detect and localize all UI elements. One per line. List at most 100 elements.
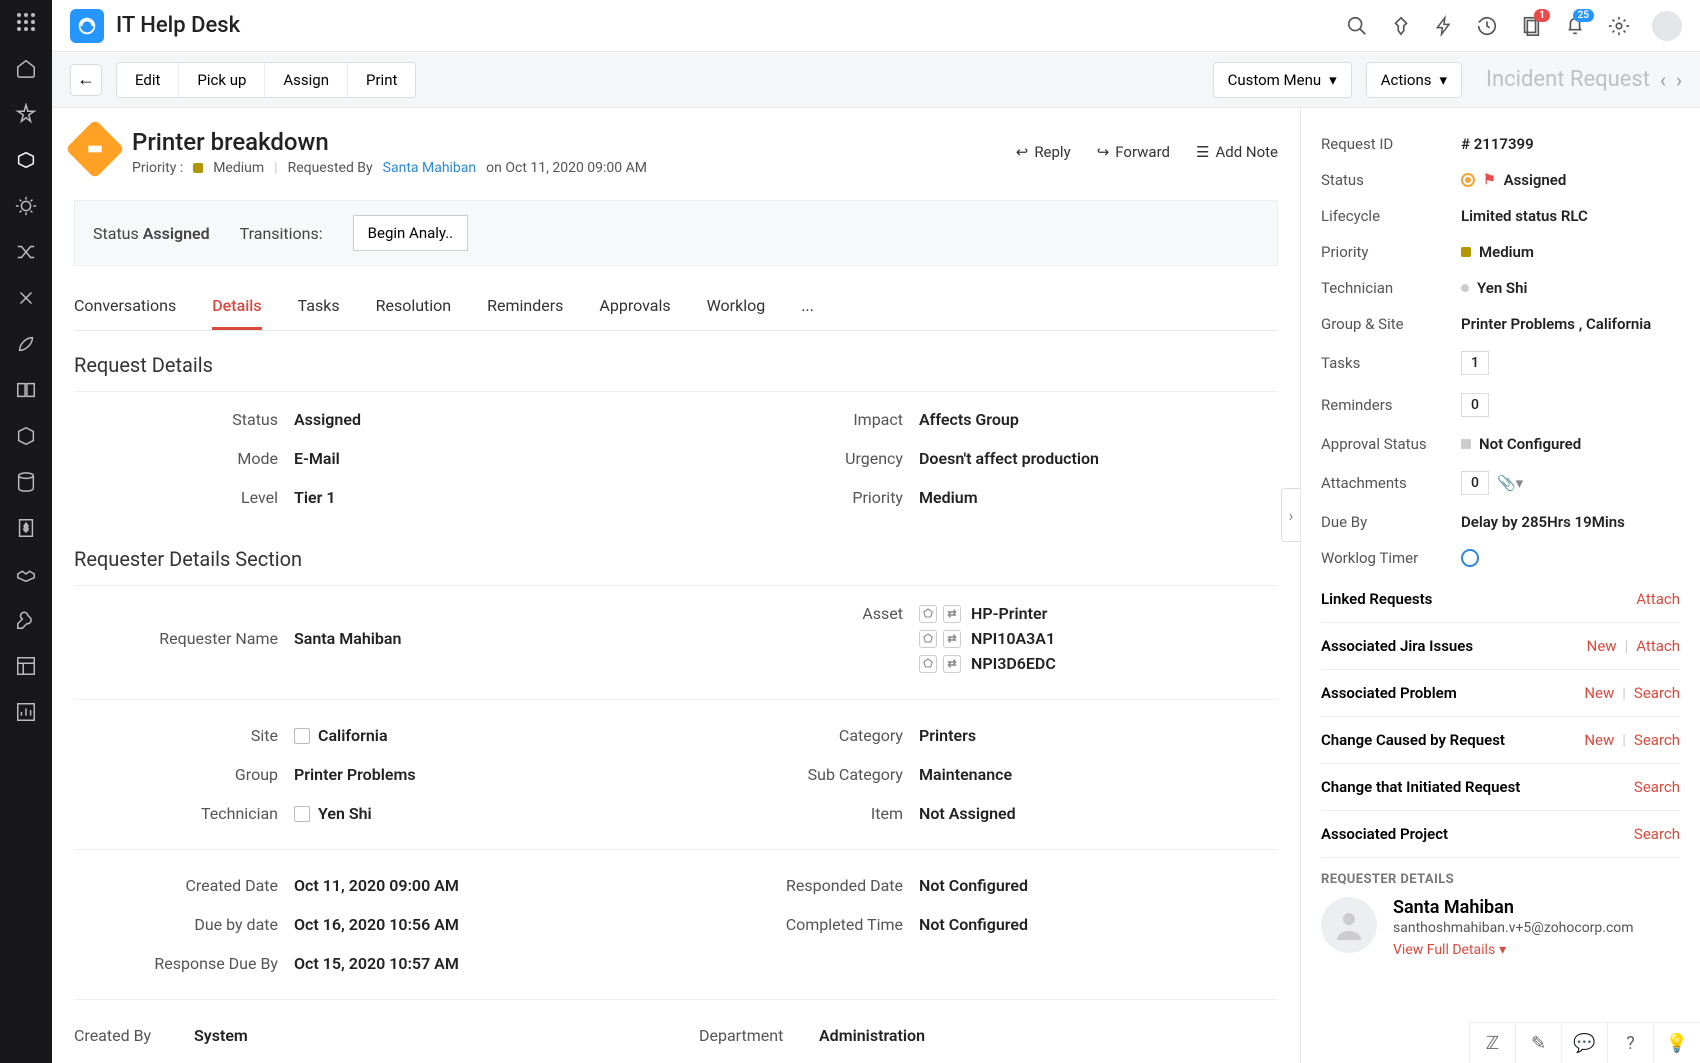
forward-button[interactable]: ↪Forward — [1097, 143, 1170, 161]
prev-record-button[interactable]: ‹ — [1660, 68, 1666, 92]
field-value: Yen Shi — [294, 804, 372, 823]
star-icon[interactable] — [14, 102, 38, 126]
asset-item[interactable]: ⬠⇄NPI3D6EDC — [919, 654, 1056, 673]
search-link[interactable]: Search — [1634, 778, 1680, 796]
custom-menu-dropdown[interactable]: Custom Menu▾ — [1213, 62, 1352, 98]
chevron-down-icon: ▾ — [1499, 942, 1506, 958]
reply-button[interactable]: ↩Reply — [1016, 143, 1071, 161]
view-full-details-link[interactable]: View Full Details▾ — [1393, 942, 1634, 958]
reply-icon: ↩ — [1016, 143, 1029, 161]
tab-details[interactable]: Details — [212, 284, 261, 330]
history-icon[interactable] — [1476, 15, 1498, 37]
new-link[interactable]: New — [1587, 637, 1617, 655]
actions-dropdown[interactable]: Actions▾ — [1366, 62, 1462, 98]
tasks-count[interactable]: 1 — [1461, 351, 1489, 375]
search-link[interactable]: Search — [1634, 731, 1680, 749]
field-label: Tasks — [1321, 354, 1451, 372]
wrench-icon[interactable] — [14, 608, 38, 632]
print-button[interactable]: Print — [348, 63, 415, 97]
search-link[interactable]: Search — [1634, 684, 1680, 702]
priority-swatch-icon — [1461, 247, 1471, 257]
field-label: Group — [74, 765, 294, 784]
search-link[interactable]: Search — [1634, 825, 1680, 843]
handshake-icon[interactable] — [14, 562, 38, 586]
tab-reminders[interactable]: Reminders — [487, 284, 563, 330]
translate-icon[interactable]: ℤ — [1470, 1023, 1516, 1063]
book-icon[interactable] — [14, 378, 38, 402]
requester-email: santhoshmahiban.v+5@zohocorp.com — [1393, 920, 1634, 936]
attachments-count[interactable]: 0 — [1461, 471, 1489, 495]
tools-icon[interactable] — [14, 286, 38, 310]
field-value: Assigned — [294, 410, 361, 429]
bolt-icon[interactable] — [1434, 15, 1454, 37]
begin-analysis-button[interactable]: Begin Analy.. — [353, 215, 468, 251]
bell-icon[interactable]: 25 — [1564, 15, 1586, 37]
requester-avatar — [1321, 897, 1377, 953]
building-icon — [294, 728, 310, 744]
requester-link[interactable]: Santa Mahiban — [383, 160, 477, 176]
next-record-button[interactable]: › — [1676, 68, 1682, 92]
field-label: Worklog Timer — [1321, 549, 1451, 567]
new-link[interactable]: New — [1584, 731, 1614, 749]
tab-worklog[interactable]: Worklog — [707, 284, 766, 330]
tab-conversations[interactable]: Conversations — [74, 284, 176, 330]
compose-icon[interactable]: ✎ — [1516, 1023, 1562, 1063]
docs-icon[interactable]: 1 — [1520, 15, 1542, 37]
tab-tasks[interactable]: Tasks — [298, 284, 340, 330]
paperclip-icon[interactable]: 📎▾ — [1497, 474, 1523, 492]
status-summary: Status Assigned — [93, 224, 210, 243]
user-avatar[interactable] — [1652, 11, 1682, 41]
asset-item[interactable]: ⬠⇄HP-Printer — [919, 604, 1056, 623]
field-value: Oct 16, 2020 10:56 AM — [294, 915, 459, 934]
expand-right-panel-button[interactable]: › — [1281, 488, 1300, 542]
edit-button[interactable]: Edit — [117, 63, 179, 97]
app-grid-icon[interactable] — [14, 10, 38, 34]
requester-name: Santa Mahiban — [1393, 897, 1634, 918]
layout-icon[interactable] — [14, 654, 38, 678]
field-value: Not Configured — [919, 876, 1028, 895]
tab-resolution[interactable]: Resolution — [376, 284, 452, 330]
chart-icon[interactable] — [14, 700, 38, 724]
tab-approvals[interactable]: Approvals — [599, 284, 670, 330]
app-title: IT Help Desk — [116, 13, 240, 38]
page-type-label: Incident Request — [1486, 67, 1650, 92]
field-label: Priority — [699, 488, 919, 507]
chevron-down-icon: ▾ — [1329, 71, 1337, 89]
invoice-icon[interactable]: $ — [14, 516, 38, 540]
home-icon[interactable] — [14, 56, 38, 80]
field-value: Affects Group — [919, 410, 1019, 429]
bug-icon[interactable] — [14, 194, 38, 218]
bulb-icon[interactable]: 💡 — [1654, 1023, 1700, 1063]
help-icon[interactable]: ? — [1608, 1023, 1654, 1063]
field-value: Medium — [1461, 243, 1680, 261]
pickup-button[interactable]: Pick up — [179, 63, 265, 97]
add-note-button[interactable]: ☰Add Note — [1196, 143, 1278, 161]
timer-icon[interactable] — [1461, 549, 1479, 567]
search-icon[interactable] — [1346, 15, 1368, 37]
database-icon[interactable] — [14, 470, 38, 494]
field-label: Department — [699, 1026, 819, 1045]
attach-link[interactable]: Attach — [1636, 637, 1680, 655]
link-icon: ⇄ — [943, 655, 961, 673]
field-value: Not Assigned — [919, 804, 1016, 823]
asset-item[interactable]: ⬠⇄NPI10A3A1 — [919, 629, 1056, 648]
shuffle-icon[interactable] — [14, 240, 38, 264]
back-button[interactable]: ← — [70, 64, 102, 96]
gear-icon[interactable] — [1608, 15, 1630, 37]
cube-icon[interactable] — [14, 424, 38, 448]
reminders-count[interactable]: 0 — [1461, 393, 1489, 417]
attach-link[interactable]: Attach — [1636, 590, 1680, 608]
ticket-icon[interactable] — [14, 148, 38, 172]
new-link[interactable]: New — [1584, 684, 1614, 702]
rocket-icon[interactable] — [14, 332, 38, 356]
field-value: Oct 15, 2020 10:57 AM — [294, 954, 459, 973]
field-value: Delay by 285Hrs 19Mins — [1461, 513, 1680, 531]
app-logo-icon — [70, 9, 104, 43]
assign-button[interactable]: Assign — [265, 63, 348, 97]
requester-details-heading: REQUESTER DETAILS — [1321, 858, 1680, 897]
tab-more[interactable]: ... — [801, 284, 814, 330]
jira-section: Associated Jira Issues — [1321, 637, 1473, 655]
chat-icon[interactable]: 💬 — [1562, 1023, 1608, 1063]
pin-icon[interactable] — [1390, 15, 1412, 37]
priority-swatch-icon — [193, 163, 203, 173]
